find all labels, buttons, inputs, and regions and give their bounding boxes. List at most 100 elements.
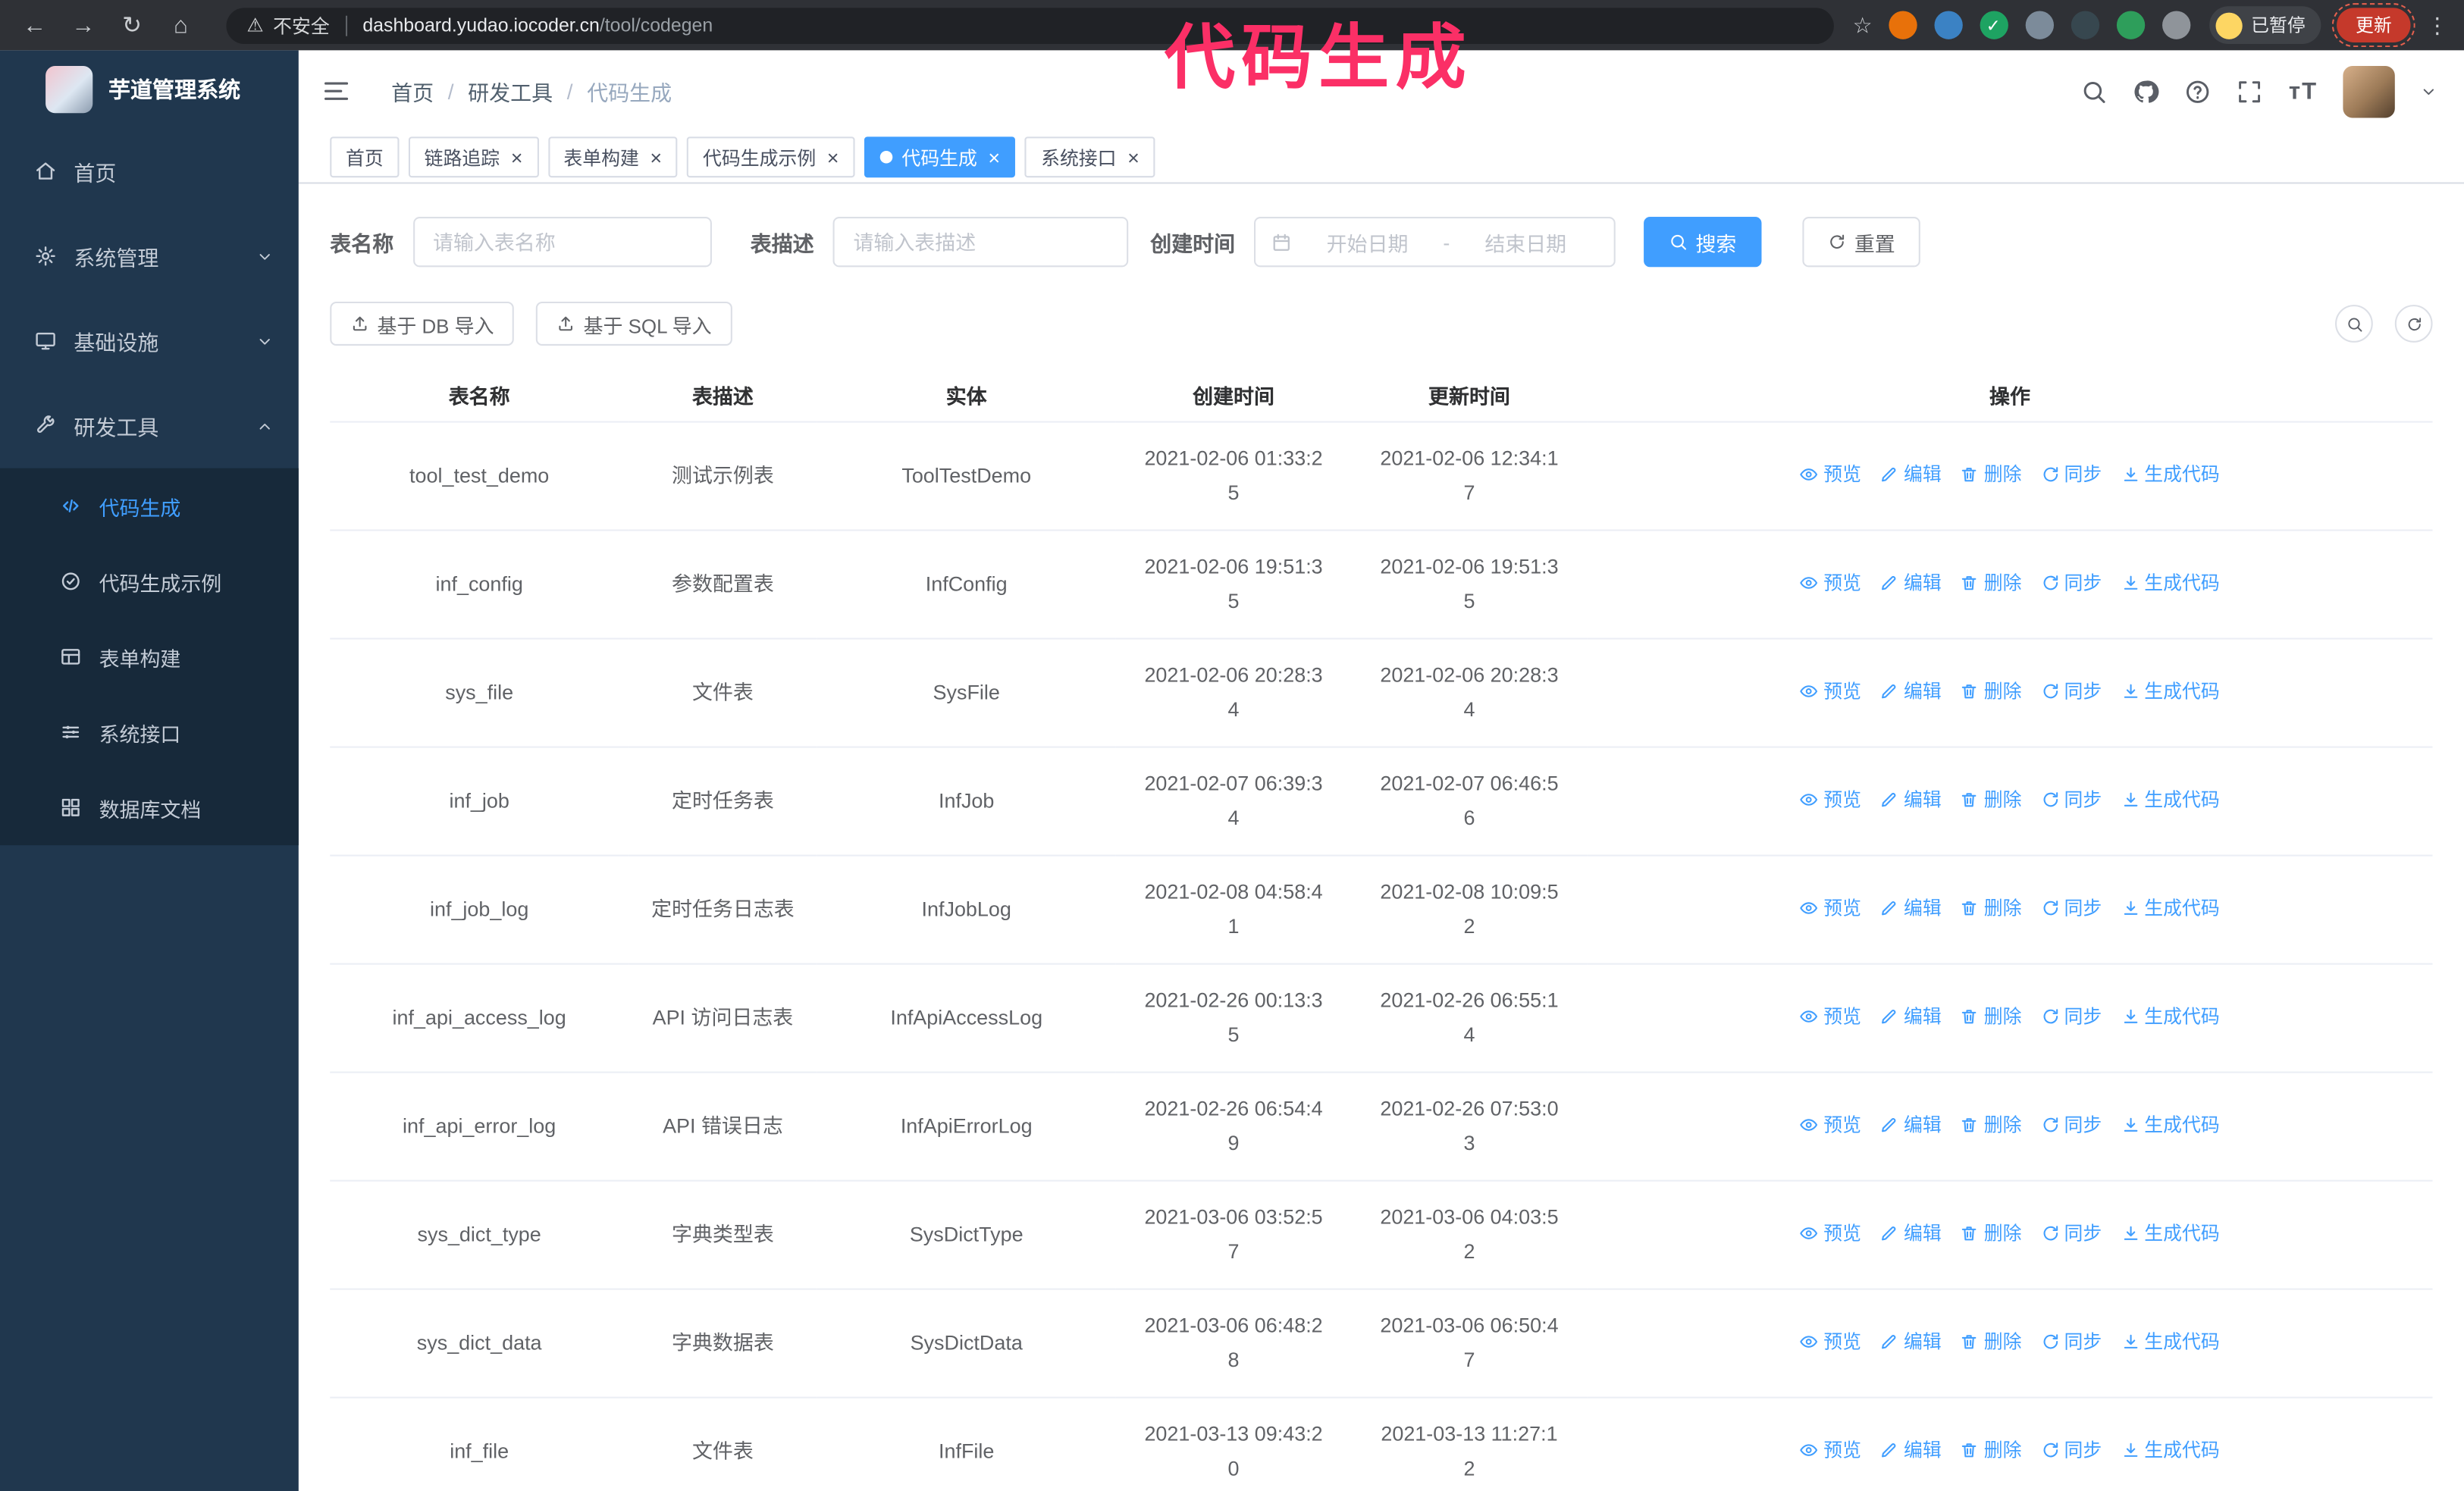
action-download[interactable]: 生成代码	[2121, 782, 2220, 816]
action-delete[interactable]: 删除	[1961, 1323, 2022, 1358]
action-delete[interactable]: 删除	[1961, 673, 2022, 708]
chevron-down-icon[interactable]	[2420, 83, 2437, 100]
app-logo[interactable]: 芋道管理系统	[0, 50, 299, 129]
extension-dark[interactable]	[2070, 11, 2099, 39]
tab-5[interactable]: 系统接口 ×	[1025, 136, 1155, 178]
action-download[interactable]: 生成代码	[2121, 1215, 2220, 1250]
extension-puzzle[interactable]	[2161, 11, 2190, 39]
tab-0[interactable]: 首页	[330, 136, 400, 178]
action-edit[interactable]: 编辑	[1880, 565, 1942, 600]
action-download[interactable]: 生成代码	[2121, 673, 2220, 708]
action-download[interactable]: 生成代码	[2121, 1432, 2220, 1467]
action-download[interactable]: 生成代码	[2121, 890, 2220, 925]
action-eye[interactable]: 预览	[1800, 1323, 1861, 1358]
tab-2[interactable]: 表单构建 ×	[547, 136, 678, 178]
action-download[interactable]: 生成代码	[2121, 456, 2220, 491]
sidebar-item-1[interactable]: 系统管理	[0, 214, 299, 299]
extension-orange[interactable]	[1888, 11, 1917, 39]
close-icon[interactable]: ×	[1127, 147, 1140, 168]
tab-3[interactable]: 代码生成示例 ×	[687, 136, 855, 178]
address-bar[interactable]: ⚠ 不安全 dashboard.yudao.iocoder.cn /tool/c…	[226, 7, 1834, 43]
font-size-icon[interactable]: тT	[2289, 78, 2318, 105]
action-edit[interactable]: 编辑	[1880, 673, 1942, 708]
action-edit[interactable]: 编辑	[1880, 1323, 1942, 1358]
action-eye[interactable]: 预览	[1800, 782, 1861, 816]
action-eye[interactable]: 预览	[1800, 1432, 1861, 1467]
profile-chip[interactable]: 已暂停	[2209, 6, 2321, 45]
action-edit[interactable]: 编辑	[1880, 1215, 1942, 1250]
reload-icon[interactable]: ↻	[113, 6, 151, 44]
action-delete[interactable]: 删除	[1961, 890, 2022, 925]
action-sync[interactable]: 同步	[2040, 673, 2102, 708]
extension-leaf[interactable]	[2115, 11, 2145, 39]
action-eye[interactable]: 预览	[1800, 456, 1861, 491]
sidebar-subitem-3[interactable]: 系统接口	[0, 694, 299, 769]
sidebar-subitem-4[interactable]: 数据库文档	[0, 770, 299, 845]
import-db-button[interactable]: 基于 DB 导入	[330, 301, 515, 346]
action-eye[interactable]: 预览	[1800, 1107, 1861, 1142]
action-sync[interactable]: 同步	[2040, 782, 2102, 816]
reset-button[interactable]: 重置	[1802, 217, 1920, 268]
action-edit[interactable]: 编辑	[1880, 1107, 1942, 1142]
user-avatar[interactable]	[2343, 65, 2395, 117]
back-icon[interactable]: ←	[16, 6, 54, 44]
forward-icon[interactable]: →	[64, 6, 102, 44]
action-delete[interactable]: 删除	[1961, 998, 2022, 1033]
action-edit[interactable]: 编辑	[1880, 998, 1942, 1033]
search-icon[interactable]	[2081, 78, 2108, 105]
action-delete[interactable]: 删除	[1961, 1215, 2022, 1250]
action-delete[interactable]: 删除	[1961, 1107, 2022, 1142]
create-time-range-picker[interactable]: 开始日期 - 结束日期	[1254, 217, 1616, 268]
menu-fold-icon[interactable]	[322, 77, 350, 105]
action-sync[interactable]: 同步	[2040, 1215, 2102, 1250]
action-sync[interactable]: 同步	[2040, 1323, 2102, 1358]
extension-blue-drop[interactable]	[1933, 11, 1962, 39]
sidebar-subitem-1[interactable]: 代码生成示例	[0, 543, 299, 619]
action-edit[interactable]: 编辑	[1880, 456, 1942, 491]
sidebar-subitem-0[interactable]: 代码生成	[0, 468, 299, 543]
action-eye[interactable]: 预览	[1800, 673, 1861, 708]
table-name-input[interactable]	[412, 217, 711, 268]
sidebar-item-0[interactable]: 首页	[0, 129, 299, 214]
import-sql-button[interactable]: 基于 SQL 导入	[536, 301, 732, 346]
tab-1[interactable]: 链路追踪 ×	[408, 136, 539, 178]
action-eye[interactable]: 预览	[1800, 1215, 1861, 1250]
extension-people[interactable]	[2024, 11, 2053, 39]
breadcrumb-dev-tools[interactable]: 研发工具	[468, 75, 553, 106]
close-icon[interactable]: ×	[988, 147, 1000, 168]
action-download[interactable]: 生成代码	[2121, 565, 2220, 600]
sidebar-subitem-2[interactable]: 表单构建	[0, 619, 299, 694]
action-eye[interactable]: 预览	[1800, 565, 1861, 600]
browser-menu-icon[interactable]: ⋮	[2426, 12, 2448, 39]
action-edit[interactable]: 编辑	[1880, 782, 1942, 816]
action-delete[interactable]: 删除	[1961, 782, 2022, 816]
home-icon[interactable]: ⌂	[161, 6, 199, 44]
help-icon[interactable]	[2185, 78, 2212, 105]
action-delete[interactable]: 删除	[1961, 565, 2022, 600]
close-icon[interactable]: ×	[827, 147, 839, 168]
search-button[interactable]: 搜索	[1644, 217, 1762, 268]
toggle-search-button[interactable]	[2335, 305, 2373, 343]
refresh-table-button[interactable]	[2394, 305, 2433, 343]
sidebar-item-3[interactable]: 研发工具	[0, 384, 299, 468]
action-sync[interactable]: 同步	[2040, 890, 2102, 925]
sidebar-item-2[interactable]: 基础设施	[0, 299, 299, 384]
action-sync[interactable]: 同步	[2040, 1107, 2102, 1142]
breadcrumb-home[interactable]: 首页	[391, 75, 434, 106]
action-edit[interactable]: 编辑	[1880, 890, 1942, 925]
table-desc-input[interactable]	[832, 217, 1129, 268]
github-icon[interactable]	[2133, 78, 2160, 105]
fullscreen-icon[interactable]	[2237, 78, 2263, 105]
action-edit[interactable]: 编辑	[1880, 1432, 1942, 1467]
close-icon[interactable]: ×	[650, 147, 662, 168]
action-sync[interactable]: 同步	[2040, 1432, 2102, 1467]
action-sync[interactable]: 同步	[2040, 998, 2102, 1033]
action-download[interactable]: 生成代码	[2121, 998, 2220, 1033]
action-download[interactable]: 生成代码	[2121, 1323, 2220, 1358]
action-delete[interactable]: 删除	[1961, 456, 2022, 491]
action-download[interactable]: 生成代码	[2121, 1107, 2220, 1142]
action-delete[interactable]: 删除	[1961, 1432, 2022, 1467]
tab-4[interactable]: 代码生成 ×	[864, 136, 1016, 178]
action-eye[interactable]: 预览	[1800, 998, 1861, 1033]
action-sync[interactable]: 同步	[2040, 456, 2102, 491]
